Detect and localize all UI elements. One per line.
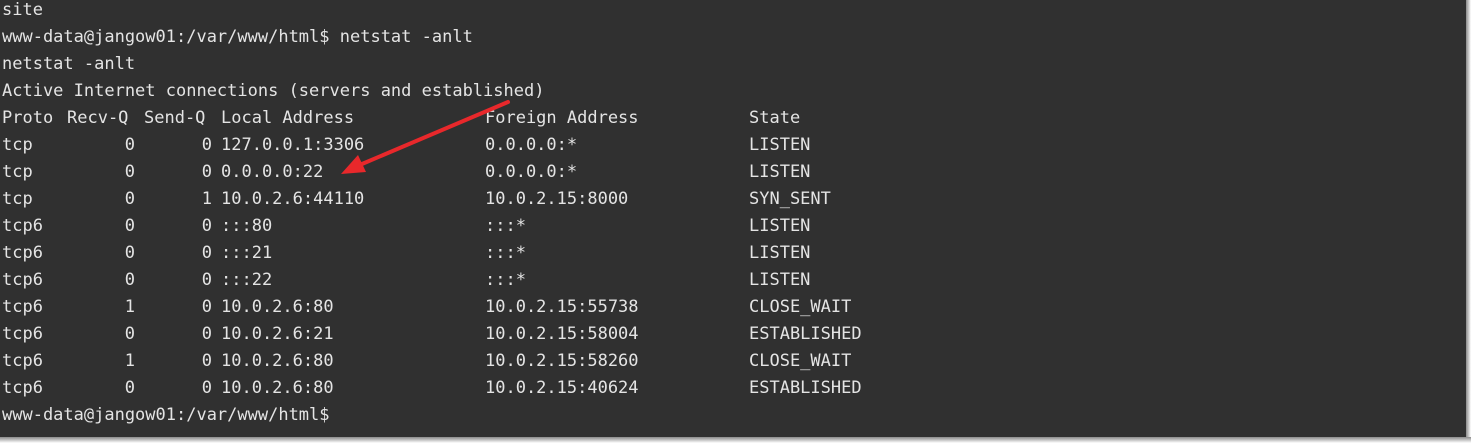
cell-proto: tcp6 [2, 297, 43, 317]
cell-state: LISTEN [749, 270, 811, 290]
cell-foreign-address: 0.0.0.0:* [485, 162, 578, 182]
cell-state: LISTEN [749, 243, 811, 263]
cell-local-address: 10.0.2.6:80 [221, 351, 334, 371]
cell-state: ESTABLISHED [749, 378, 862, 398]
table-row: tcp 0 1 10.0.2.6:44110 10.0.2.15:8000 SYN_SEN… [2, 186, 1002, 213]
cell-state: ESTABLISHED [749, 324, 862, 344]
cell-local-address: 10.0.2.6:44110 [221, 189, 365, 209]
cell-sendq: 0 [201, 297, 212, 317]
header-sendq: Send-Q [144, 108, 206, 128]
cell-proto: tcp6 [2, 243, 43, 263]
cell-recvq: 1 [124, 351, 135, 371]
cell-proto: tcp [2, 162, 33, 182]
cell-local-address: 0.0.0.0:22 [221, 162, 324, 182]
cell-state: LISTEN [749, 162, 811, 182]
cell-recvq: 0 [124, 324, 135, 344]
table-header-row: Proto Recv-Q Send-Q Local Address Foreig… [2, 105, 1002, 132]
cell-proto: tcp6 [2, 270, 43, 290]
window-shadow-right [1466, 0, 1471, 443]
cell-sendq: 0 [201, 270, 212, 290]
command-prompt-line: www-data@jangow01:/var/www/html$ netstat… [2, 27, 473, 47]
cell-local-address: 127.0.0.1:3306 [221, 135, 365, 155]
table-row: tcp 0 0 0.0.0.0:22 0.0.0.0:* LISTEN [2, 159, 1002, 186]
table-row: tcp6 0 0 10.0.2.6:80 10.0.2.15:40624 ESTABLIS… [2, 375, 1002, 402]
cell-sendq: 1 [201, 189, 212, 209]
table-row: tcp6 1 0 10.0.2.6:80 10.0.2.15:58260 CLOSE_WA… [2, 348, 1002, 375]
cell-proto: tcp6 [2, 216, 43, 236]
cell-sendq: 0 [201, 324, 212, 344]
cell-foreign-address: :::* [485, 243, 526, 263]
cell-recvq: 0 [124, 378, 135, 398]
header-local-address: Local Address [221, 108, 355, 128]
cell-foreign-address: :::* [485, 216, 526, 236]
cell-local-address: 10.0.2.6:21 [221, 324, 334, 344]
header-foreign-address: Foreign Address [485, 108, 639, 128]
cell-local-address: 10.0.2.6:80 [221, 378, 334, 398]
header-proto: Proto [2, 108, 54, 128]
cell-state: LISTEN [749, 216, 811, 236]
cell-sendq: 0 [201, 216, 212, 236]
header-state: State [749, 108, 801, 128]
table-row: tcp 0 0 127.0.0.1:3306 0.0.0.0:* LISTEN [2, 132, 1002, 159]
table-row: tcp6 0 0:::21:::* LISTEN [2, 240, 1002, 267]
cell-proto: tcp6 [2, 324, 43, 344]
cell-local-address: :::21 [221, 243, 273, 263]
header-recvq: Recv-Q [67, 108, 129, 128]
cell-recvq: 0 [124, 135, 135, 155]
cell-sendq: 0 [201, 162, 212, 182]
output-line-site: site [2, 0, 43, 20]
table-row: tcp6 0 0:::22:::* LISTEN [2, 267, 1002, 294]
table-row: tcp6 1 0 10.0.2.6:80 10.0.2.15:55738 CLOSE_WA… [2, 294, 1002, 321]
table-row: tcp6 0 0:::80:::* LISTEN [2, 213, 1002, 240]
window-shadow-bottom [0, 437, 1471, 443]
cell-recvq: 0 [124, 216, 135, 236]
cell-state: CLOSE_WAIT [749, 351, 852, 371]
cell-local-address: 10.0.2.6:80 [221, 297, 334, 317]
cell-proto: tcp6 [2, 378, 43, 398]
cell-sendq: 0 [201, 378, 212, 398]
cell-proto: tcp6 [2, 351, 43, 371]
cell-recvq: 0 [124, 270, 135, 290]
cell-foreign-address: 10.0.2.15:8000 [485, 189, 629, 209]
cell-foreign-address: 10.0.2.15:58260 [485, 351, 639, 371]
netstat-heading: Active Internet connections (servers and… [2, 81, 545, 101]
cell-recvq: 0 [124, 162, 135, 182]
cell-sendq: 0 [201, 243, 212, 263]
command-echo-line: netstat -anlt [2, 54, 136, 74]
cell-foreign-address: 10.0.2.15:55738 [485, 297, 639, 317]
cell-recvq: 0 [124, 189, 135, 209]
cell-state: CLOSE_WAIT [749, 297, 852, 317]
cell-foreign-address: 10.0.2.15:40624 [485, 378, 639, 398]
cell-foreign-address: 0.0.0.0:* [485, 135, 578, 155]
cell-foreign-address: :::* [485, 270, 526, 290]
cell-state: LISTEN [749, 135, 811, 155]
cell-proto: tcp [2, 135, 33, 155]
final-prompt: www-data@jangow01:/var/www/html$ [2, 405, 330, 425]
cell-sendq: 0 [201, 135, 212, 155]
cell-recvq: 1 [124, 297, 135, 317]
table-row: tcp6 0 0 10.0.2.6:21 10.0.2.15:58004 ESTABLIS… [2, 321, 1002, 348]
terminal-window[interactable]: site www-data@jangow01:/var/www/html$ ne… [0, 0, 1466, 437]
cell-local-address: :::80 [221, 216, 273, 236]
cell-state: SYN_SENT [749, 189, 831, 209]
cell-sendq: 0 [201, 351, 212, 371]
cell-local-address: :::22 [221, 270, 273, 290]
cell-recvq: 0 [124, 243, 135, 263]
cell-proto: tcp [2, 189, 33, 209]
cell-foreign-address: 10.0.2.15:58004 [485, 324, 639, 344]
